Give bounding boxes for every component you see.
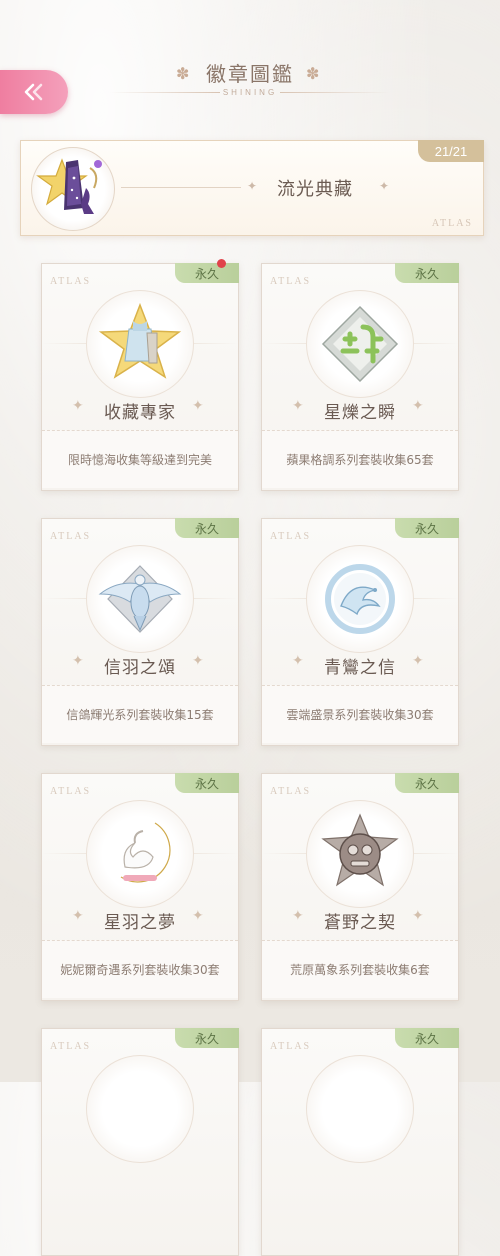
sparkle-icon: ✦ [247, 179, 258, 193]
badge-image [86, 800, 194, 908]
badge-description: 蘋果格調系列套裝收集65套 [262, 430, 458, 488]
page-title: 徽章圖鑑 [206, 62, 294, 86]
dress-star-medal-icon [36, 158, 102, 214]
badge-image [86, 1055, 194, 1163]
badge-card[interactable]: 永久 ATLAS ✦ 青鸞之信 ✦ 雲端盛景系列套裝收集30套 [261, 518, 459, 746]
atlas-watermark: ATLAS [270, 531, 312, 542]
atlas-watermark: ATLAS [50, 1041, 92, 1052]
badge-description: 信鴿輝光系列套裝收集15套 [42, 685, 238, 743]
badge-description: 限時憶海收集等級達到完美 [42, 430, 238, 488]
badge-card[interactable]: 永久 ATLAS [41, 1028, 239, 1256]
page-subtitle: SHINING [222, 88, 278, 97]
sparkle-icon: ✦ [412, 653, 424, 669]
badge-card[interactable]: 永久 ATLAS ✦ 星羽之夢 ✦ 妮妮爾奇遇系列套裝收集30套 [41, 773, 239, 1001]
badge-name: 星爍之瞬 [324, 403, 396, 423]
atlas-watermark: ATLAS [431, 218, 473, 229]
sparkle-icon: ✦ [412, 398, 424, 414]
badge-description: 荒原萬象系列套裝收集6套 [262, 940, 458, 998]
badge-image [306, 1055, 414, 1163]
permanent-tag: 永久 [395, 518, 459, 538]
badge-name: 蒼野之契 [324, 913, 396, 933]
sparkle-icon: ✦ [192, 908, 204, 924]
sparkle-glyph-badge-icon [321, 305, 399, 383]
badge-name: 收藏專家 [104, 403, 176, 423]
atlas-watermark: ATLAS [50, 276, 92, 287]
permanent-tag: 永久 [175, 518, 239, 538]
page-header: ✽ 徽章圖鑑 ✽ SHINING [0, 58, 500, 97]
badge-card[interactable]: 永久 ATLAS ✦ 蒼野之契 ✦ 荒原萬象系列套裝收集6套 [261, 773, 459, 1001]
flower-ornament-icon: ✽ [306, 64, 320, 83]
badge-image [306, 800, 414, 908]
sparkle-icon: ✦ [412, 908, 424, 924]
flower-ornament-icon: ✽ [176, 64, 190, 83]
new-indicator-dot [217, 259, 226, 268]
badge-image [86, 545, 194, 653]
collection-medal [31, 147, 115, 231]
sparkle-icon: ✦ [192, 653, 204, 669]
collection-name: 流光典藏 [277, 179, 353, 200]
collection-banner[interactable]: 21/21 ✦ 流光典藏 ✦ ATLAS [20, 140, 484, 236]
permanent-tag: 永久 [175, 1028, 239, 1048]
divider [121, 187, 241, 188]
atlas-watermark: ATLAS [50, 531, 92, 542]
permanent-tag: 永久 [395, 1028, 459, 1048]
dress-star-badge-icon [98, 302, 182, 379]
permanent-tag: 永久 [175, 263, 239, 283]
sparkle-icon: ✦ [379, 179, 390, 193]
collection-count-badge: 21/21 [418, 140, 484, 162]
atlas-watermark: ATLAS [270, 276, 312, 287]
badge-name: 星羽之夢 [104, 913, 176, 933]
badge-image [306, 545, 414, 653]
badge-card[interactable]: 永久 ATLAS ✦ 星爍之瞬 ✦ 蘋果格調系列套裝收集65套 [261, 263, 459, 491]
badge-card[interactable]: 永久 ATLAS ✦ 信羽之頌 ✦ 信鴿輝光系列套裝收集15套 [41, 518, 239, 746]
sparkle-icon: ✦ [192, 398, 204, 414]
permanent-tag: 永久 [175, 773, 239, 793]
atlas-watermark: ATLAS [270, 786, 312, 797]
badge-image [306, 290, 414, 398]
badge-card[interactable]: 永久 ATLAS ✦ 收藏專家 ✦ 限時憶海收集等級達到完美 [41, 259, 239, 491]
swan-moon-badge-icon [120, 822, 171, 883]
badge-name: 青鸞之信 [324, 658, 396, 678]
tribal-mask-badge-icon [321, 813, 399, 887]
permanent-tag: 永久 [395, 263, 459, 283]
permanent-tag: 永久 [395, 773, 459, 793]
badge-name: 信羽之頌 [104, 658, 176, 678]
winged-bird-badge-icon [98, 565, 182, 633]
badge-image [86, 290, 194, 398]
atlas-watermark: ATLAS [50, 786, 92, 797]
badge-description: 妮妮爾奇遇系列套裝收集30套 [42, 940, 238, 998]
phoenix-ring-badge-icon [325, 564, 395, 634]
badge-card[interactable]: 永久 ATLAS [261, 1028, 459, 1256]
atlas-watermark: ATLAS [270, 1041, 312, 1052]
badge-description: 雲端盛景系列套裝收集30套 [262, 685, 458, 743]
